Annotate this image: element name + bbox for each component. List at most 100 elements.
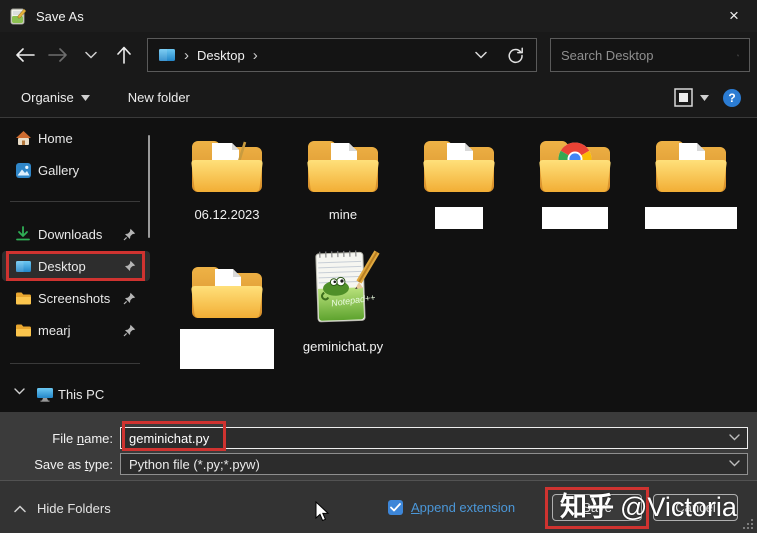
sidebar-item-mearj[interactable]: mearj xyxy=(2,315,150,345)
help-button[interactable]: ? xyxy=(723,89,741,107)
notepadpp-file-icon: Notepad++ xyxy=(303,248,383,330)
file-tile[interactable]: mine xyxy=(285,126,401,222)
sidebar-item-gallery[interactable]: Gallery xyxy=(2,155,150,185)
folder-icon xyxy=(304,126,382,198)
pin-icon xyxy=(123,228,136,241)
close-button[interactable]: × xyxy=(711,0,757,32)
desktop-icon xyxy=(14,257,32,275)
view-mode-button[interactable] xyxy=(674,88,709,107)
chevron-down-icon[interactable] xyxy=(14,388,25,395)
search-box[interactable] xyxy=(550,38,750,72)
file-label: 06.12.2023 xyxy=(194,207,259,222)
pin-icon xyxy=(123,260,136,273)
resize-grip[interactable] xyxy=(743,519,753,529)
chevron-down-icon[interactable] xyxy=(729,434,740,441)
new-folder-button[interactable]: New folder xyxy=(128,90,190,105)
hide-folders-button[interactable]: Hide Folders xyxy=(14,501,111,516)
footer-bar: Hide Folders Append extension Save Cance… xyxy=(0,480,757,533)
chevron-down-icon xyxy=(700,95,709,101)
file-name-label: File name: xyxy=(0,431,120,446)
address-dropdown-chevron[interactable] xyxy=(475,51,487,59)
file-tile[interactable] xyxy=(517,126,633,229)
organise-button[interactable]: Organise xyxy=(21,90,90,105)
cancel-button[interactable]: Cancel xyxy=(653,494,738,521)
sidebar: Home Gallery Downloads Desk xyxy=(0,118,155,412)
notepadpp-app-icon xyxy=(10,8,27,25)
up-button[interactable] xyxy=(111,42,137,68)
chevron-up-icon xyxy=(14,505,26,513)
chevron-down-icon[interactable] xyxy=(729,460,740,467)
sidebar-item-home[interactable]: Home xyxy=(2,123,150,153)
home-icon xyxy=(14,129,32,147)
sidebar-item-desktop[interactable]: Desktop xyxy=(2,251,150,281)
new-folder-label: New folder xyxy=(128,90,190,105)
save-button[interactable]: Save xyxy=(552,494,642,521)
redaction-box xyxy=(645,207,737,229)
sidebar-item-label: Downloads xyxy=(38,227,102,242)
recent-locations-chevron[interactable] xyxy=(78,42,104,68)
folder-icon xyxy=(188,126,266,198)
file-label: mine xyxy=(329,207,357,222)
desktop-icon xyxy=(158,48,176,62)
back-button[interactable] xyxy=(12,42,38,68)
file-name-field[interactable] xyxy=(120,427,748,449)
sidebar-item-screenshots[interactable]: Screenshots xyxy=(2,283,150,313)
file-tile[interactable] xyxy=(169,252,285,369)
organise-label: Organise xyxy=(21,90,74,105)
file-list: 06.12.2023 mine xyxy=(155,118,757,412)
append-extension-group[interactable]: Append extension xyxy=(388,500,515,515)
hide-folders-label: Hide Folders xyxy=(37,501,111,516)
redaction-box xyxy=(542,207,608,229)
breadcrumb-location[interactable]: Desktop xyxy=(197,48,245,63)
file-tile[interactable]: 06.12.2023 xyxy=(169,126,285,222)
breadcrumb-separator[interactable]: › xyxy=(253,47,258,64)
address-bar[interactable]: › Desktop › xyxy=(147,38,537,72)
file-tile-geminichat[interactable]: Notepad++ geminichat.py xyxy=(285,248,401,354)
check-icon xyxy=(390,503,401,512)
fields-panel: File name: Save as type: Python file (*.… xyxy=(0,412,757,480)
sidebar-divider xyxy=(10,201,140,202)
this-pc-icon xyxy=(36,385,54,403)
title-bar: Save As × xyxy=(0,0,757,32)
sidebar-item-label: Screenshots xyxy=(38,291,110,306)
refresh-icon[interactable] xyxy=(507,47,524,64)
sidebar-item-label: mearj xyxy=(38,323,71,338)
pin-icon xyxy=(123,324,136,337)
file-tile[interactable] xyxy=(401,126,517,229)
folder-icon xyxy=(652,126,730,198)
sidebar-item-downloads[interactable]: Downloads xyxy=(2,219,150,249)
search-icon xyxy=(737,48,739,63)
file-name-input[interactable] xyxy=(129,431,721,446)
save-as-type-value: Python file (*.py;*.pyw) xyxy=(129,457,260,472)
gallery-icon xyxy=(14,161,32,179)
breadcrumb-separator: › xyxy=(184,47,189,64)
sidebar-item-label: Desktop xyxy=(38,259,86,274)
sidebar-item-label: Gallery xyxy=(38,163,79,178)
append-extension-checkbox[interactable] xyxy=(388,500,403,515)
folder-icon xyxy=(14,289,32,307)
command-bar: Organise New folder ? xyxy=(0,78,757,118)
chevron-down-icon xyxy=(81,95,90,101)
save-as-type-select[interactable]: Python file (*.py;*.pyw) xyxy=(120,453,748,475)
folder-icon xyxy=(14,321,32,339)
sidebar-divider xyxy=(10,363,140,364)
file-label: geminichat.py xyxy=(303,339,383,354)
save-as-dialog: Save As × › Desktop › xyxy=(0,0,757,533)
forward-button[interactable] xyxy=(45,42,71,68)
append-extension-label: Append extension xyxy=(411,500,515,515)
sidebar-item-this-pc[interactable]: This PC xyxy=(2,379,150,409)
search-input[interactable] xyxy=(561,48,737,63)
navigation-bar: › Desktop › xyxy=(0,32,757,78)
sidebar-item-label: Home xyxy=(38,131,73,146)
thumbnail-view-icon xyxy=(674,88,693,107)
redaction-box xyxy=(435,207,483,229)
sidebar-item-label: This PC xyxy=(58,387,104,402)
file-tile[interactable] xyxy=(633,126,749,229)
folder-icon xyxy=(188,252,266,324)
dialog-body: Home Gallery Downloads Desk xyxy=(0,118,757,412)
folder-chrome-icon xyxy=(536,126,614,198)
sidebar-scrollbar[interactable] xyxy=(148,135,150,238)
downloads-icon xyxy=(14,225,32,243)
window-title: Save As xyxy=(36,9,84,24)
save-as-type-label: Save as type: xyxy=(0,457,120,472)
